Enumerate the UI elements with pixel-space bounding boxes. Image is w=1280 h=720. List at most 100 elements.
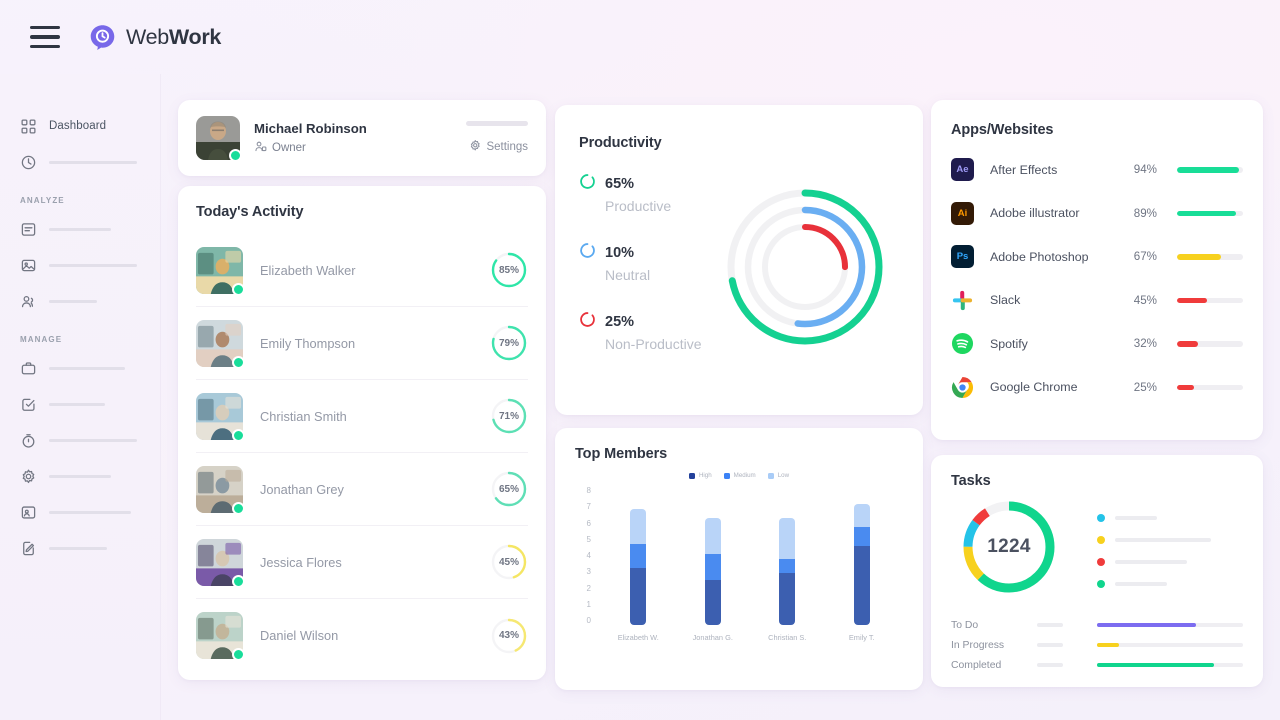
activity-row[interactable]: Jonathan Grey 65% <box>196 453 528 526</box>
task-progress-fill <box>1097 663 1214 668</box>
y-tick-label: 1 <box>587 601 591 609</box>
app-progress-track <box>1177 341 1243 347</box>
legend-swatch <box>768 473 774 479</box>
task-breakdown-row[interactable]: To Do <box>951 615 1243 635</box>
activity-row[interactable]: Elizabeth Walker 85% <box>196 234 528 307</box>
dashboard-root: WebWork Dashboard ANALYZE <box>0 0 1280 720</box>
member-avatar <box>196 393 243 440</box>
status-badge-online <box>232 648 245 661</box>
bar-column[interactable] <box>779 487 795 625</box>
app-percent: 89% <box>1119 207 1157 220</box>
sidebar-item-screenshots[interactable] <box>0 247 160 283</box>
grid-dashboard-icon <box>20 118 37 135</box>
legend-swatch <box>724 473 730 479</box>
legend-placeholder-bar <box>1115 516 1157 521</box>
tasks-legend-row <box>1097 529 1243 551</box>
chart-legend: HighMediumLow <box>575 472 903 479</box>
sidebar-item-placeholder <box>49 264 137 267</box>
task-progress-track <box>1097 643 1243 648</box>
task-check-icon <box>20 396 37 413</box>
productivity-card: Productivity 65% Productive 10% Neutral <box>555 105 923 415</box>
app-row[interactable]: Slack 45% <box>951 279 1243 323</box>
task-breakdown-row[interactable]: In Progress <box>951 635 1243 655</box>
y-tick-label: 7 <box>587 503 591 511</box>
app-percent: 94% <box>1119 163 1157 176</box>
activity-row[interactable]: Christian Smith 71% <box>196 380 528 453</box>
activity-row[interactable]: Daniel Wilson 43% <box>196 599 528 672</box>
settings-label: Settings <box>486 141 528 153</box>
todays-activity-card: Today's Activity Elizabeth Walker 85% <box>178 186 546 680</box>
spotify-icon <box>951 332 974 355</box>
bar-column[interactable] <box>854 487 870 625</box>
legend-placeholder-bar <box>1115 582 1167 587</box>
app-row[interactable]: Spotify 32% <box>951 322 1243 366</box>
y-tick-label: 2 <box>587 585 591 593</box>
legend-placeholder-bar <box>1115 560 1187 565</box>
productivity-arc-chart <box>705 167 905 367</box>
bar-segment-high <box>705 580 721 625</box>
task-breakdown-row[interactable]: Completed <box>951 655 1243 675</box>
app-progress-fill <box>1177 385 1194 391</box>
legend-label: High <box>699 472 712 479</box>
y-tick-label: 5 <box>587 536 591 544</box>
bar-segment-high <box>854 546 870 625</box>
activity-row[interactable]: Jessica Flores 45% <box>196 526 528 599</box>
sidebar-item-notes[interactable] <box>0 530 160 566</box>
sidebar-item-tasks[interactable] <box>0 386 160 422</box>
member-name: Daniel Wilson <box>260 628 490 643</box>
app-progress-fill <box>1177 298 1207 304</box>
y-tick-label: 4 <box>587 552 591 560</box>
bar-column[interactable] <box>705 487 721 625</box>
brand-name-bold: Work <box>169 25 221 49</box>
profile-placeholder-bar <box>466 121 528 126</box>
task-placeholder-bar <box>1037 663 1063 667</box>
bar-segment-high <box>630 568 646 625</box>
sidebar-item-dashboard[interactable]: Dashboard <box>0 108 160 144</box>
activity-percent-ring: 79% <box>490 324 528 362</box>
sidebar-item-projects[interactable] <box>0 350 160 386</box>
legend-label: Medium <box>734 472 756 479</box>
adobe-illustrator-icon: Ai <box>951 202 974 225</box>
apps-title: Apps/Websites <box>951 122 1243 138</box>
sidebar-item-settings[interactable] <box>0 458 160 494</box>
activity-percent-ring: 71% <box>490 397 528 435</box>
app-row[interactable]: Google Chrome 25% <box>951 366 1243 410</box>
app-progress-fill <box>1177 254 1221 260</box>
sidebar-item-attendance[interactable] <box>0 494 160 530</box>
activity-title: Today's Activity <box>196 204 528 220</box>
tasks-card: Tasks 1224 To Do <box>931 455 1263 687</box>
settings-button[interactable]: Settings <box>466 139 528 155</box>
app-row[interactable]: Ps Adobe Photoshop 67% <box>951 235 1243 279</box>
legend-dot <box>1097 514 1105 522</box>
brand-logo[interactable]: WebWork <box>88 23 221 52</box>
status-badge-online <box>232 283 245 296</box>
tasks-breakdown-list: To Do In Progress Completed <box>951 615 1243 675</box>
sidebar-item-timer[interactable] <box>0 422 160 458</box>
top-bar: WebWork <box>0 0 1280 74</box>
hamburger-menu-icon[interactable] <box>30 26 60 48</box>
activity-percent-value: 65% <box>490 470 528 508</box>
tasks-legend-row <box>1097 573 1243 595</box>
sidebar-item-reports[interactable] <box>0 211 160 247</box>
bar-column[interactable] <box>630 487 646 625</box>
sidebar-item-team[interactable] <box>0 283 160 319</box>
app-row[interactable]: Ai Adobe illustrator 89% <box>951 192 1243 236</box>
app-row[interactable]: Ae After Effects 94% <box>951 148 1243 192</box>
clock-icon <box>20 154 37 171</box>
briefcase-icon <box>20 360 37 377</box>
arc-indicator-icon <box>579 242 596 264</box>
x-tick-label: Jonathan G. <box>685 633 741 642</box>
note-icon <box>20 540 37 557</box>
sidebar-item-time-tracking[interactable] <box>0 144 160 180</box>
members-bar-chart: 876543210 Elizabeth W.Jonathan G.Christi… <box>575 487 903 637</box>
activity-row[interactable]: Emily Thompson 79% <box>196 307 528 380</box>
app-percent: 67% <box>1119 250 1157 263</box>
x-tick-label: Emily T. <box>834 633 890 642</box>
attendance-icon <box>20 504 37 521</box>
app-name: Google Chrome <box>990 380 1119 394</box>
sidebar-item-placeholder <box>49 475 111 478</box>
app-name: Adobe illustrator <box>990 206 1119 220</box>
sidebar-item-placeholder <box>49 228 111 231</box>
task-placeholder-bar <box>1037 623 1063 627</box>
gear-icon <box>469 139 482 155</box>
